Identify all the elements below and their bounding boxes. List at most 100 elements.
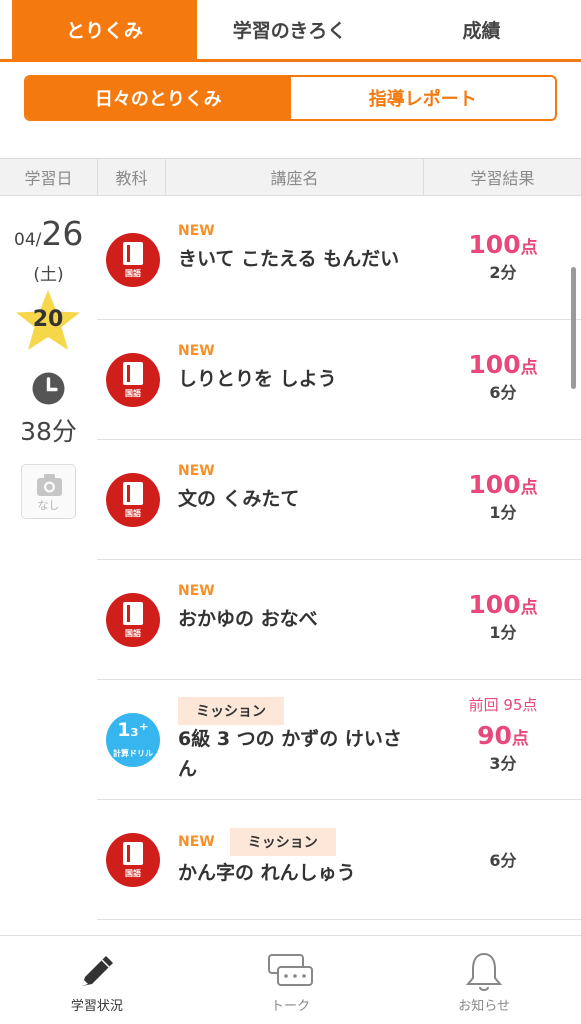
date-day: 26 <box>41 214 84 253</box>
lesson-tags: NEW <box>178 340 230 362</box>
subject-label: 国語 <box>125 869 141 878</box>
score: 90点 <box>438 721 568 750</box>
kokugo-book-icon: 国語 <box>106 833 160 887</box>
column-header-date: 学習日 <box>0 159 98 195</box>
chat-icon <box>267 954 313 986</box>
column-header-subject: 教科 <box>98 159 166 195</box>
score: 100点 <box>438 230 568 259</box>
star-count: 20 <box>32 307 64 332</box>
lesson-row[interactable]: 国語 NEW きいて こたえる もんだい 100点 2分 <box>97 200 581 320</box>
lesson-tags: NEW ミッション <box>178 828 336 856</box>
subject-label: 国語 <box>125 269 141 278</box>
tab-seiseki[interactable]: 成績 <box>382 0 581 59</box>
new-badge: NEW <box>178 343 215 359</box>
nav-label: 学習状況 <box>70 999 123 1014</box>
lesson-result: 100点 2分 <box>438 230 568 283</box>
lesson-time: 3分 <box>489 754 517 773</box>
score-value: 100 <box>468 350 521 379</box>
drill-number: 1₃⁺ <box>117 719 149 741</box>
lesson-time: 1分 <box>489 503 517 522</box>
new-badge: NEW <box>178 583 215 599</box>
lesson-result: 100点 1分 <box>438 470 568 523</box>
kokugo-book-icon: 国語 <box>106 353 160 407</box>
tab-torikumi[interactable]: とりくみ <box>12 0 197 59</box>
kokugo-book-icon: 国語 <box>106 473 160 527</box>
kokugo-book-icon: 国語 <box>106 233 160 287</box>
score-value: 100 <box>468 470 521 499</box>
kokugo-book-icon: 国語 <box>106 593 160 647</box>
score-unit: 点 <box>520 238 538 258</box>
nav-talk[interactable]: トーク <box>194 936 388 1024</box>
calc-drill-icon: 1₃⁺ 計算ドリル <box>106 713 160 767</box>
lesson-result: 6分 <box>438 847 568 871</box>
photo-button[interactable]: なし <box>21 464 76 519</box>
lesson-row[interactable]: 国語 NEW しりとりを しよう 100点 6分 <box>97 320 581 440</box>
book-icon <box>123 602 143 625</box>
score-unit: 点 <box>511 729 529 749</box>
new-badge: NEW <box>178 223 215 239</box>
score-unit: 点 <box>520 598 538 618</box>
lesson-row[interactable]: 1₃⁺ 計算ドリル ミッション 6級 3 つの かずの けいさん 前回 95点 … <box>97 680 581 800</box>
clock-icon <box>32 372 65 405</box>
book-icon <box>123 482 143 505</box>
subject-label: 国語 <box>125 389 141 398</box>
scrollbar[interactable] <box>571 267 576 389</box>
lesson-title: 6級 3 つの かずの けいさん <box>178 728 402 780</box>
column-header-result: 学習結果 <box>470 169 535 188</box>
lesson-tags: ミッション <box>178 697 284 725</box>
lesson-title: かん字の れんしゅう <box>178 862 356 884</box>
score: 100点 <box>438 470 568 499</box>
score: 100点 <box>438 350 568 379</box>
lesson-title: 文の くみたて <box>178 488 300 510</box>
lesson-row[interactable]: 国語 NEW おかゆの おなべ 100点 1分 <box>97 560 581 680</box>
total-duration: 38分 <box>20 417 77 446</box>
lesson-time: 2分 <box>489 263 517 282</box>
lesson-title: しりとりを しよう <box>178 368 337 390</box>
score: 100点 <box>438 590 568 619</box>
new-badge: NEW <box>178 834 215 850</box>
score-unit: 点 <box>520 478 538 498</box>
pencil-icon <box>81 956 113 986</box>
photo-label: なし <box>37 499 60 512</box>
nav-study-status[interactable]: 学習状況 <box>0 936 194 1024</box>
table-header: 学習日 教科 講座名 学習結果 <box>0 158 581 196</box>
lesson-list: 国語 NEW きいて こたえる もんだい 100点 2分 国語 NEW しりとり… <box>97 200 581 920</box>
book-icon <box>123 842 143 865</box>
lesson-row[interactable]: 国語 NEW 文の くみたて 100点 1分 <box>97 440 581 560</box>
tab-gakushu-kiroku[interactable]: 学習のきろく <box>197 0 382 59</box>
book-icon <box>123 242 143 265</box>
lesson-time: 6分 <box>489 851 517 870</box>
nav-label: お知らせ <box>458 999 511 1014</box>
mission-badge: ミッション <box>229 828 336 856</box>
lesson-time: 1分 <box>489 623 517 642</box>
lesson-tags: NEW <box>178 220 230 242</box>
study-date: 04/26 <box>14 214 83 253</box>
lesson-row[interactable]: 国語 NEW ミッション かん字の れんしゅう 6分 <box>97 800 581 920</box>
book-icon <box>123 362 143 385</box>
top-tab-bar: とりくみ 学習のきろく 成績 <box>0 0 581 62</box>
subject-label: 国語 <box>125 629 141 638</box>
bell-icon <box>466 952 503 991</box>
lesson-result: 100点 1分 <box>438 590 568 643</box>
lesson-title: きいて こたえる もんだい <box>178 248 400 270</box>
lesson-title: おかゆの おなべ <box>178 608 318 630</box>
lesson-tags: NEW <box>178 580 230 602</box>
segment-control: 日々のとりくみ 指導レポート <box>24 75 557 121</box>
camera-icon <box>37 474 62 496</box>
segment-report[interactable]: 指導レポート <box>291 77 556 119</box>
segment-daily[interactable]: 日々のとりくみ <box>26 77 291 119</box>
lesson-time: 6分 <box>489 383 517 402</box>
score-value: 100 <box>468 590 521 619</box>
lesson-result: 前回 95点 90点 3分 <box>438 694 568 774</box>
score-value: 90 <box>477 721 512 750</box>
nav-label: トーク <box>271 999 311 1014</box>
lesson-result: 100点 6分 <box>438 350 568 403</box>
new-badge: NEW <box>178 463 215 479</box>
date-month: 04/ <box>14 230 42 250</box>
previous-score: 前回 95点 <box>468 696 538 714</box>
bottom-nav: 学習状況 トーク お知らせ <box>0 935 581 1024</box>
score-unit: 点 <box>520 358 538 378</box>
subject-label: 国語 <box>125 509 141 518</box>
mission-badge: ミッション <box>178 697 284 725</box>
nav-notice[interactable]: お知らせ <box>387 936 581 1024</box>
